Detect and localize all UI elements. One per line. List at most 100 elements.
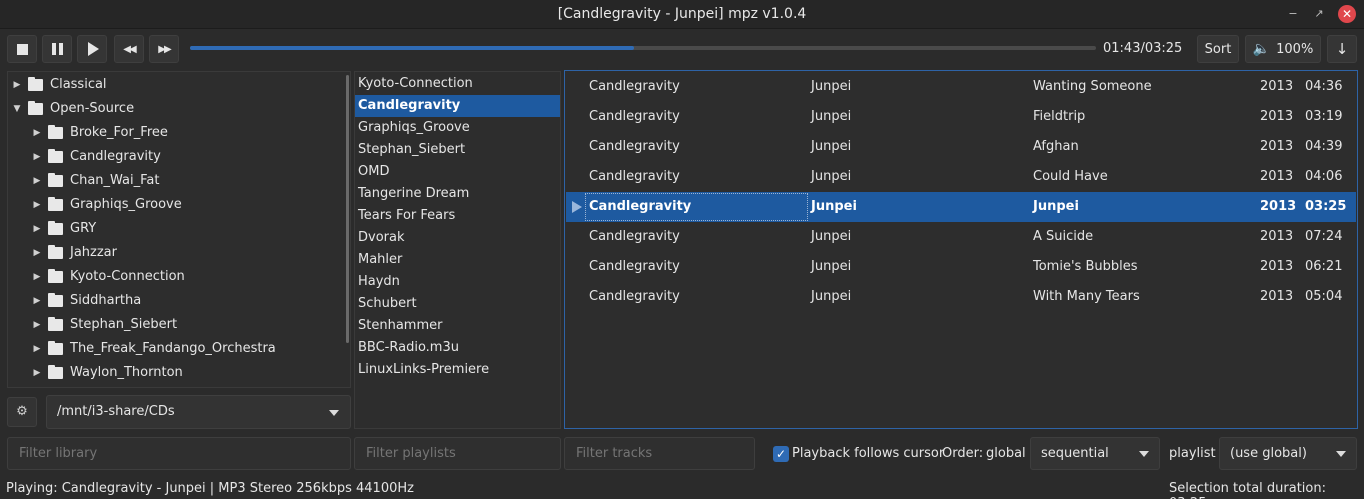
tree-item[interactable]: ▶ Candlegravity [32, 145, 161, 169]
stop-button[interactable] [7, 35, 37, 63]
track-row[interactable]: Candlegravity Junpei With Many Tears 2013 05… [566, 282, 1356, 312]
track-artist: Candlegravity [589, 199, 692, 214]
tree-item-label: Chan_Wai_Fat [70, 173, 160, 188]
playlist-item[interactable]: Stenhammer [355, 315, 560, 337]
library-settings-button[interactable]: ⚙ [7, 397, 37, 427]
playlist-item[interactable]: Graphiqs_Groove [355, 117, 560, 139]
tree-item[interactable]: ▶ Broke_For_Free [32, 121, 168, 145]
track-row[interactable]: Candlegravity Junpei Afghan 2013 04:39 [566, 132, 1356, 162]
follow-cursor-label[interactable]: Playback follows cursor [792, 446, 944, 462]
pause-button[interactable] [42, 35, 72, 63]
order-select[interactable]: sequential [1030, 437, 1160, 470]
now-playing-icon [572, 201, 582, 213]
filter-library-input[interactable] [7, 437, 351, 470]
track-album: Junpei [811, 259, 852, 274]
track-duration: 05:04 [1305, 289, 1343, 304]
status-selection-duration: Selection total duration: 03:25 [1169, 481, 1326, 499]
expand-right-icon[interactable]: ▶ [32, 241, 42, 265]
tree-item[interactable]: ▶ Kyoto-Connection [32, 265, 185, 289]
track-row[interactable]: Candlegravity Junpei Could Have 2013 04:06 [566, 162, 1356, 192]
tree-item[interactable]: ▶ Graphiqs_Groove [32, 193, 182, 217]
folder-icon [48, 317, 63, 331]
restore-icon[interactable]: ↗ [1311, 6, 1327, 22]
expand-right-icon[interactable]: ▶ [32, 289, 42, 313]
expand-right-icon[interactable]: ▶ [32, 265, 42, 289]
tree-item-label: Waylon_Thornton [70, 365, 183, 380]
playlist-order-label: playlist [1169, 446, 1216, 461]
track-row[interactable]: Candlegravity Junpei Fieldtrip 2013 03:19 [566, 102, 1356, 132]
track-row[interactable]: Candlegravity Junpei Junpei 2013 03:25 [566, 192, 1356, 222]
expand-right-icon[interactable]: ▶ [12, 73, 22, 97]
playlist-order-select[interactable]: (use global) [1219, 437, 1357, 470]
expand-down-icon[interactable]: ▼ [12, 97, 22, 121]
order-label: Order: [942, 446, 984, 461]
expand-right-icon[interactable]: ▶ [32, 361, 42, 385]
folder-icon [48, 197, 63, 211]
expand-right-icon[interactable]: ▶ [32, 193, 42, 217]
play-button[interactable] [77, 35, 107, 63]
expand-right-icon[interactable]: ▶ [32, 313, 42, 337]
track-duration: 03:19 [1305, 109, 1343, 124]
tree-item[interactable]: ▶ Siddhartha [32, 289, 141, 313]
track-year: 2013 [1260, 199, 1297, 214]
menu-button[interactable]: ↓ [1327, 35, 1357, 63]
tree-item[interactable]: ▶ Waylon_Thornton [32, 361, 183, 385]
filter-playlists-input[interactable] [354, 437, 561, 470]
tree-item[interactable]: ▼ Open-Source [12, 97, 134, 121]
folder-icon [48, 125, 63, 139]
playlist-item[interactable]: Kyoto-Connection [355, 73, 560, 95]
track-row[interactable]: Candlegravity Junpei A Suicide 2013 07:24 [566, 222, 1356, 252]
playlist-item[interactable]: Tears For Fears [355, 205, 560, 227]
folder-icon [48, 293, 63, 307]
playlist-item[interactable]: OMD [355, 161, 560, 183]
follow-cursor-checkbox[interactable]: ✓ [773, 446, 789, 462]
volume-label: 100% [1276, 41, 1314, 57]
track-album: Junpei [811, 229, 852, 244]
close-icon[interactable]: ✕ [1338, 5, 1356, 23]
expand-right-icon[interactable]: ▶ [32, 169, 42, 193]
sort-button[interactable]: Sort [1197, 35, 1239, 63]
playlist-item[interactable]: Candlegravity [355, 95, 560, 117]
minimize-icon[interactable]: − [1285, 6, 1301, 22]
tree-item-label: The_Freak_Fandango_Orchestra [70, 341, 276, 356]
tree-item[interactable]: ▶ Chan_Wai_Fat [32, 169, 159, 193]
expand-right-icon[interactable]: ▶ [32, 337, 42, 361]
tree-scrollbar[interactable] [346, 75, 349, 343]
playlist-item[interactable]: BBC-Radio.m3u [355, 337, 560, 359]
track-artist: Candlegravity [589, 169, 680, 184]
track-year: 2013 [1260, 109, 1294, 124]
expand-right-icon[interactable]: ▶ [32, 145, 42, 169]
seek-bar[interactable] [190, 46, 1096, 50]
fast-forward-button[interactable]: ▶▶ [149, 35, 179, 63]
tree-item[interactable]: ▶ Stephan_Siebert [32, 313, 177, 337]
track-row[interactable]: Candlegravity Junpei Wanting Someone 2013 04… [566, 72, 1356, 102]
tree-item-label: Classical [50, 77, 107, 92]
playlist-item[interactable]: Tangerine Dream [355, 183, 560, 205]
library-path-select[interactable]: /mnt/i3-share/CDs [46, 395, 351, 429]
track-row[interactable]: Candlegravity Junpei Tomie's Bubbles 2013 06… [566, 252, 1356, 282]
track-title: Junpei [1033, 199, 1079, 214]
fast-forward-icon: ▶▶ [158, 43, 171, 55]
folder-icon [48, 173, 63, 187]
arrow-down-icon: ↓ [1335, 40, 1349, 58]
playlist-item[interactable]: Haydn [355, 271, 560, 293]
tree-item[interactable]: ▶ The_Freak_Fandango_Orchestra [32, 337, 276, 361]
tree-item[interactable]: ▶ Classical [12, 73, 107, 97]
rewind-button[interactable]: ◀◀ [114, 35, 144, 63]
playlist-item[interactable]: Stephan_Siebert [355, 139, 560, 161]
volume-button[interactable]: 🔈 100% [1245, 35, 1321, 63]
track-year: 2013 [1260, 169, 1294, 184]
tree-item[interactable]: ▶ GRY [32, 217, 96, 241]
playlist-item[interactable]: Schubert [355, 293, 560, 315]
expand-right-icon[interactable]: ▶ [32, 121, 42, 145]
expand-right-icon[interactable]: ▶ [32, 217, 42, 241]
seek-bar-fill [190, 46, 634, 50]
filter-tracks-input[interactable] [564, 437, 755, 470]
playlists-list[interactable]: Kyoto-Connection Candlegravity Graphiqs_Gr… [354, 71, 561, 429]
tracks-table[interactable]: Candlegravity Junpei Wanting Someone 2013 04… [564, 70, 1358, 429]
library-tree[interactable]: ▶ Classical ▼ Open-Source ▶ Broke_For_Free ▶ Ca… [7, 71, 351, 388]
playlist-item[interactable]: LinuxLinks-Premiere [355, 359, 560, 381]
tree-item[interactable]: ▶ Jahzzar [32, 241, 117, 265]
playlist-item[interactable]: Dvorak [355, 227, 560, 249]
playlist-item[interactable]: Mahler [355, 249, 560, 271]
